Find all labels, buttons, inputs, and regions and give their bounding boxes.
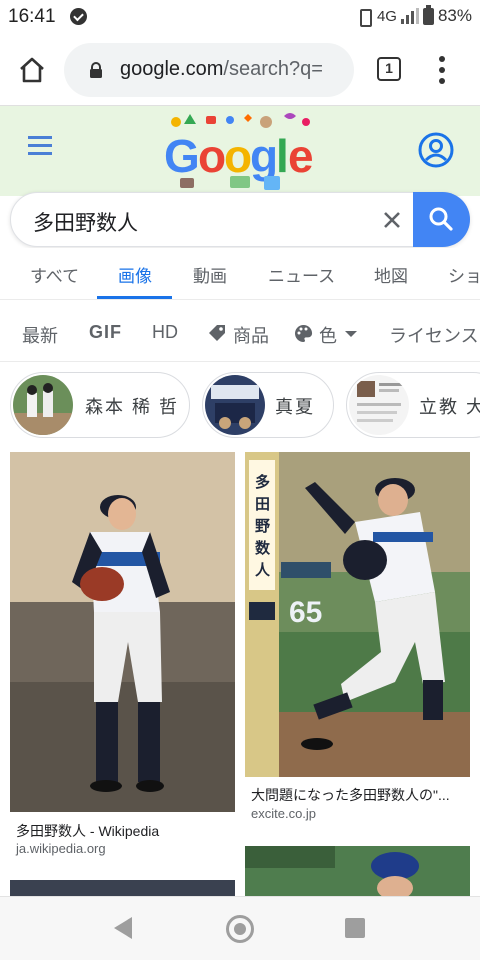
search-tabs: すべて 画像 動画 ニュース 地図 ショ <box>0 248 480 300</box>
related-chip[interactable]: 森本 稀 哲 <box>10 372 190 438</box>
tab-maps[interactable]: 地図 <box>374 262 408 287</box>
status-bar: 16:41 4G 83% <box>0 0 480 34</box>
vibrate-icon <box>355 7 373 27</box>
related-searches: 森本 稀 哲 真夏 立教 大 <box>0 372 480 440</box>
battery-icon <box>422 4 434 25</box>
google-header: G o o g l e <box>0 106 480 196</box>
svg-text:g: g <box>250 130 278 182</box>
card-player-name: 多田野数人 <box>255 474 271 579</box>
tab-images[interactable]: 画像 <box>118 262 152 287</box>
overflow-menu-icon[interactable] <box>437 56 447 84</box>
battery-percent: 83% <box>437 6 472 25</box>
recent-apps-icon[interactable] <box>345 918 365 938</box>
tag-icon <box>209 325 225 341</box>
url-host: google.com <box>120 58 224 80</box>
image-result[interactable] <box>245 846 470 896</box>
filter-products[interactable]: 商品 <box>233 322 269 348</box>
sync-icon <box>70 8 87 25</box>
status-indicators: 4G 83% <box>355 4 472 27</box>
image-result[interactable]: 65 多田野数人 65 大問題になった多田野数人の"... excite.co.… <box>245 452 470 842</box>
active-tab-indicator <box>97 296 172 299</box>
lock-icon <box>90 62 102 78</box>
status-time: 16:41 <box>8 6 56 27</box>
url-bar[interactable]: google.com/search?q= <box>64 43 354 97</box>
svg-text:o: o <box>224 130 252 182</box>
url-path: /search?q= <box>223 58 323 80</box>
related-chip[interactable]: 真夏 <box>202 372 334 438</box>
related-chip[interactable]: 立教 大 <box>346 372 480 438</box>
tab-videos[interactable]: 動画 <box>193 262 227 287</box>
svg-text:e: e <box>288 130 314 182</box>
system-nav-bar <box>0 896 480 960</box>
image-result[interactable]: 多田野数人 - Wikipedia ja.wikipedia.org <box>10 452 235 862</box>
browser-toolbar: google.com/search?q= 1 <box>0 34 480 106</box>
result-source: ja.wikipedia.org <box>16 841 106 856</box>
chip-thumbnail <box>205 375 265 435</box>
result-image[interactable] <box>245 846 470 896</box>
chevron-down-icon <box>345 331 357 337</box>
palette-icon <box>295 325 313 342</box>
clear-icon[interactable] <box>381 209 403 231</box>
tab-all[interactable]: すべて <box>30 262 79 287</box>
filter-color[interactable]: 色 <box>319 322 337 348</box>
account-icon[interactable] <box>418 132 454 168</box>
chip-label: 真夏 <box>275 397 315 417</box>
result-image[interactable] <box>10 880 235 896</box>
search-input[interactable]: 多田野数人 <box>33 207 138 237</box>
url-text: google.com/search?q= <box>120 58 348 81</box>
search-box[interactable]: 多田野数人 <box>10 192 470 247</box>
svg-text:G: G <box>164 130 200 182</box>
filter-license[interactable]: ライセンス <box>389 322 479 348</box>
chip-thumbnail <box>349 375 409 435</box>
tab-switcher-button[interactable]: 1 <box>377 57 401 81</box>
google-doodle-logo[interactable]: G o o g l e <box>160 110 320 194</box>
search-icon <box>429 207 453 231</box>
home-icon[interactable] <box>18 56 46 84</box>
filter-gif[interactable]: GIF <box>89 322 122 343</box>
image-result[interactable] <box>10 880 235 896</box>
chip-label: 森本 稀 哲 <box>85 397 180 417</box>
tab-shopping[interactable]: ショ <box>448 262 480 287</box>
image-filters: 最新 GIF HD 商品 色 ライセンス <box>0 300 480 362</box>
svg-text:o: o <box>198 130 226 182</box>
hamburger-menu-icon[interactable] <box>28 136 52 156</box>
network-type: 4G <box>376 7 397 25</box>
result-title[interactable]: 大問題になった多田野数人の"... <box>251 785 466 805</box>
result-title[interactable]: 多田野数人 - Wikipedia <box>16 821 231 841</box>
signal-icon <box>400 8 419 24</box>
home-button-icon[interactable] <box>226 915 254 943</box>
filter-hd[interactable]: HD <box>152 322 178 343</box>
back-icon[interactable] <box>114 917 132 939</box>
chip-label: 立教 大 <box>419 397 480 417</box>
filter-latest[interactable]: 最新 <box>22 322 58 348</box>
search-button[interactable] <box>413 192 470 247</box>
svg-text:l: l <box>276 130 289 182</box>
result-image[interactable]: 65 多田野数人 65 <box>245 452 470 777</box>
chip-thumbnail <box>13 375 73 435</box>
result-source: excite.co.jp <box>251 806 317 821</box>
tab-news[interactable]: ニュース <box>268 262 335 287</box>
result-image[interactable] <box>10 452 235 812</box>
